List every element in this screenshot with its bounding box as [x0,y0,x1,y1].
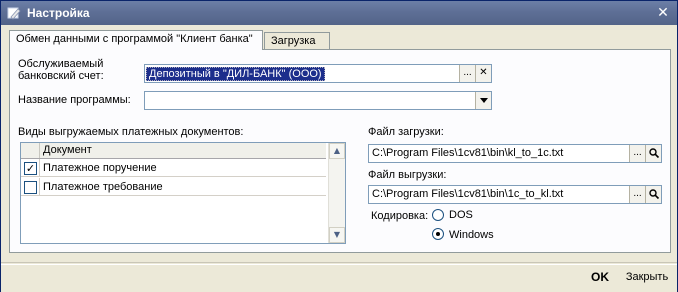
import-browse-button[interactable]: ... [629,145,645,162]
program-name-label: Название программы: [18,94,131,106]
import-file-path: C:\Program Files\1cv81\bin\kl_to_1c.txt [372,147,564,159]
radio-windows-label[interactable]: Windows [449,229,494,242]
import-file-field[interactable]: C:\Program Files\1cv81\bin\kl_to_1c.txt … [368,144,662,163]
chevron-down-icon [480,98,488,103]
export-file-path: C:\Program Files\1cv81\bin\1c_to_kl.txt [372,188,564,200]
radio-dos[interactable] [432,209,444,221]
close-icon[interactable]: ✕ [655,5,671,21]
tab-import[interactable]: Загрузка [264,32,330,50]
import-file-label: Файл загрузки: [368,126,444,138]
close-button[interactable]: Закрыть [621,271,673,287]
ok-button[interactable]: OK [587,270,613,286]
checkbox-column-header [21,143,40,158]
program-name-select[interactable] [144,91,492,110]
clear-account-button[interactable]: ✕ [475,65,491,82]
import-search-button[interactable] [645,145,661,162]
tab-client-bank-exchange[interactable]: Обмен данными с программой "Клиент банка… [9,30,263,50]
bank-account-field[interactable]: Депозитный в "ДИЛ-БАНК" (ООО) ... ✕ [144,64,492,83]
documents-section-label: Виды выгружаемых платежных документов: [18,126,244,138]
title-bar[interactable]: Настройка ✕ [1,1,677,25]
export-file-field[interactable]: C:\Program Files\1cv81\bin\1c_to_kl.txt … [368,185,662,204]
tab-panel: Обслуживаемый банковский счет: Депозитны… [9,49,671,253]
checkbox-cell [21,178,40,196]
clear-icon: ✕ [479,67,488,78]
select-account-button[interactable]: ... [459,65,475,82]
table-scrollbar[interactable]: ▲ ▼ [328,143,345,243]
radio-windows[interactable] [432,228,444,240]
row-checkbox-checked[interactable]: ✓ [24,162,37,175]
radio-dos-label[interactable]: DOS [449,209,473,222]
export-file-label: Файл выгрузки: [368,169,447,181]
footer-divider [1,264,677,265]
magnifier-icon [649,148,660,159]
bank-account-label-line2: банковский счет: [18,70,104,82]
settings-window-icon [7,7,21,20]
checkbox-cell: ✓ [21,159,40,177]
magnifier-icon [649,189,660,200]
row-label: Платежное требование [43,181,163,193]
scroll-down-icon[interactable]: ▼ [329,227,345,243]
scroll-up-icon[interactable]: ▲ [329,143,345,159]
program-dropdown-button[interactable] [475,92,491,109]
encoding-label: Кодировка: [371,210,429,222]
row-checkbox-unchecked[interactable] [24,181,37,194]
bank-account-value: Депозитный в "ДИЛ-БАНК" (ООО) [146,67,325,81]
table-row[interactable]: ✓ Платежное поручение [21,159,326,177]
export-search-button[interactable] [645,186,661,203]
column-header-document: Документ [43,144,92,156]
radio-selected-dot [436,232,440,236]
export-browse-button[interactable]: ... [629,186,645,203]
window-title: Настройка [27,6,90,20]
row-label: Платежное поручение [43,162,157,174]
table-row[interactable]: Платежное требование [21,178,326,196]
settings-window: Настройка ✕ Обмен данными с программой "… [0,0,678,292]
dialog-footer: OK Закрыть [1,262,677,292]
table-header: Документ [21,143,326,159]
documents-table: Документ ✓ Платежное поручение Платежное… [20,142,346,244]
